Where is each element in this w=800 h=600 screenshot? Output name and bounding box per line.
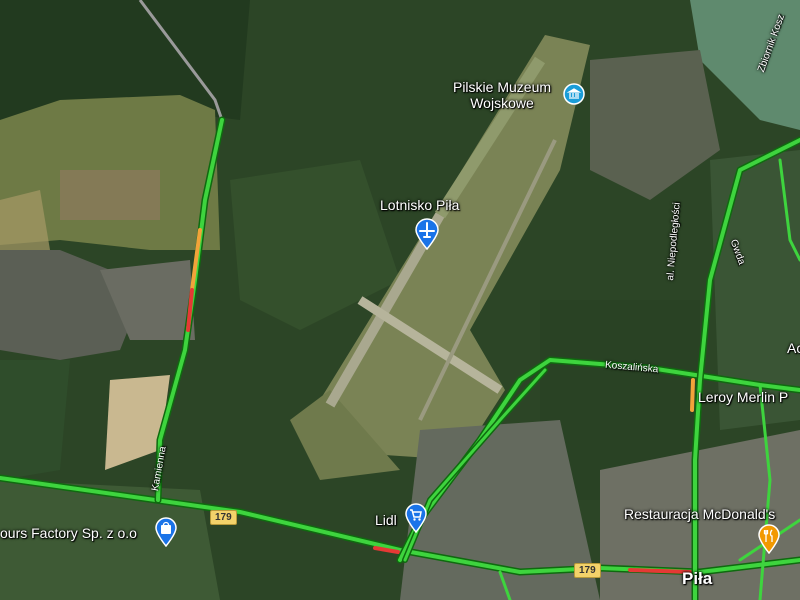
- city-label[interactable]: Piła: [682, 569, 712, 589]
- road-shield-179: 179: [210, 510, 237, 525]
- lidl-label[interactable]: Lidl: [375, 512, 397, 528]
- road-shield-179: 179: [574, 563, 601, 578]
- factory-label[interactable]: ours Factory Sp. z o.o: [0, 525, 137, 541]
- museum-icon[interactable]: [563, 83, 585, 110]
- museum-label[interactable]: Pilskie Muzeum Wojskowe: [442, 79, 562, 111]
- restaurant-icon[interactable]: [757, 524, 781, 559]
- shopping-cart-icon[interactable]: [404, 503, 428, 538]
- leroy-merlin-label[interactable]: Leroy Merlin P: [698, 389, 788, 405]
- mcdonalds-label[interactable]: Restauracja McDonald's: [624, 506, 775, 522]
- map-view[interactable]: Pilskie Muzeum Wojskowe Lotnisko Piła Ko…: [0, 0, 800, 600]
- airplane-icon[interactable]: [414, 218, 440, 255]
- shopping-bag-icon[interactable]: [154, 517, 178, 552]
- edge-poi-label[interactable]: Ac: [787, 340, 800, 356]
- airport-label[interactable]: Lotnisko Piła: [380, 197, 459, 213]
